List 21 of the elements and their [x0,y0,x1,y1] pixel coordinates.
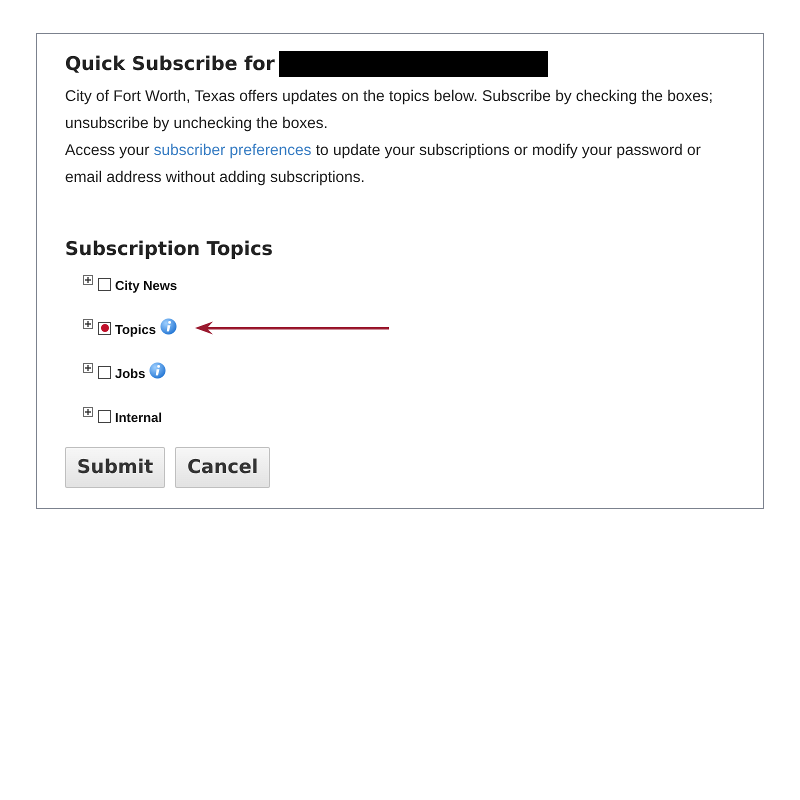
expand-icon[interactable] [83,319,93,329]
expand-icon[interactable] [83,407,93,417]
access-text: Access your subscriber preferences to update your subscriptions or modify your password or email address without adding subscriptions. [65,140,702,188]
topic-checkbox[interactable] [98,278,111,290]
expand-icon[interactable] [83,363,93,373]
expand-icon[interactable] [83,275,93,285]
topic-label: Jobs [115,365,146,384]
info-icon[interactable] [160,318,177,334]
panel-heading: Quick Subscribe for [65,52,275,77]
topic-label: Internal [115,409,162,428]
intro-text: City of Fort Worth, Texas offers updates on the topics below. Subscribe by checking the boxes; unsubscribe by unchecking the boxes. [65,86,714,134]
topic-label: Topics [115,321,156,340]
topic-checkbox[interactable] [98,410,111,422]
topic-checkbox[interactable] [98,366,111,378]
preferences-link[interactable]: subscriber preferences [154,142,312,158]
form-button[interactable]: Cancel [175,447,270,488]
info-icon[interactable] [149,362,166,378]
topics-heading: Subscription Topics [65,236,274,262]
topic-checkbox[interactable] [98,322,111,334]
form-button[interactable]: Submit [65,447,166,488]
topic-label: City News [115,277,178,296]
